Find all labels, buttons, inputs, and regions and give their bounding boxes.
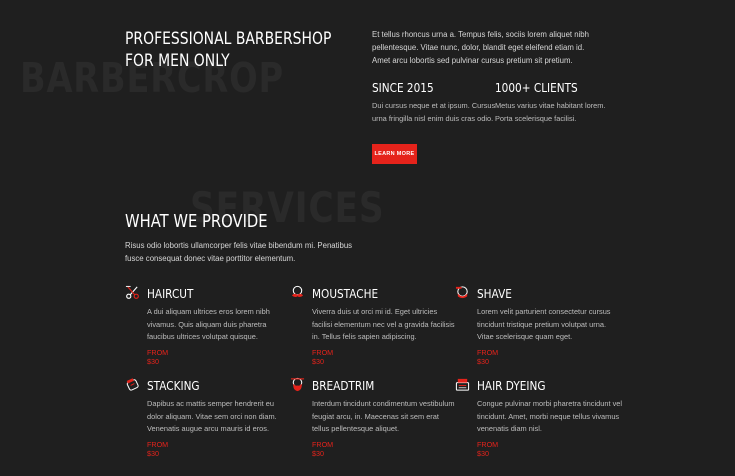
service-title: SHAVE [477, 286, 512, 301]
service-description-line: facilisi elementum nec vel a gravida fac… [312, 319, 455, 329]
service-description-line: faucibus ultrices volutpat quisque. [147, 332, 258, 342]
about-intro: Et tellus rhoncus urna a. Tempus felis, … [372, 28, 607, 67]
stat-description-line: urna fringilla nisl enim duis cras odio. [372, 113, 494, 123]
service-description-line: dolor aliquam. Vitae sem orci non diam. [147, 411, 277, 421]
service-price: FROM $30 [477, 440, 499, 458]
service-description-line: in. Tellus felis sapien adipiscing. [312, 332, 417, 342]
stat-description: Dui cursus neque et at ipsum. Cursus urn… [372, 100, 495, 125]
service-description-line: venenatis diam nisl. [477, 424, 542, 434]
service-price: FROM $30 [312, 440, 334, 458]
service-description-line: tincidunt tristique pretium volutpat urn… [477, 319, 606, 329]
service-description-line: vivamus. Quis aliquam duis pharetra [147, 319, 267, 329]
service-description: Lorem velit parturient consectetur cursu… [477, 306, 627, 344]
stat-description-line: Porta scelerisque facilisi. [495, 113, 577, 123]
scissors-comb-icon [125, 285, 139, 299]
service-description-line: Venenatis augue arcu mauris id eros. [147, 424, 270, 434]
service-description-line: Lorem velit parturient consectetur cursu… [477, 307, 611, 316]
service-description: Dapibus ac mattis semper hendrerit eu do… [147, 398, 287, 436]
services-intro-line: Risus odio lobortis ullamcorper felis vi… [125, 241, 353, 250]
moustache-face-icon [291, 285, 304, 297]
service-description-line: tincidunt. Amet, morbi neque tellus viva… [477, 411, 620, 421]
stat-description-line: Metus varius vitae habitant lorem. [495, 101, 606, 110]
service-description-line: A dui aliquam ultrices eros lorem nibh [147, 307, 270, 316]
stat-title: 1000+ CLIENTS [495, 80, 578, 95]
service-description-line: Interdum tincidunt condimentum vestibulu… [312, 399, 455, 408]
service-title: BREADTRIM [312, 378, 375, 393]
service-description-line: Dapibus ac mattis semper hendrerit eu [147, 399, 274, 408]
about-headline-line1: PROFESSIONAL BARBERSHOP [125, 29, 332, 49]
service-price: FROM $30 [147, 348, 169, 366]
service-title: MOUSTACHE [312, 286, 379, 301]
about-headline-line2: FOR MEN ONLY [125, 51, 230, 71]
service-description: Interdum tincidunt condimentum vestibulu… [312, 398, 462, 436]
service-description-line: tellus pellentesque aliquet. [312, 424, 400, 434]
hair-dye-icon [455, 378, 470, 391]
about-intro-line: Et tellus rhoncus urna a. Tempus felis, … [372, 30, 589, 39]
services-intro: Risus odio lobortis ullamcorper felis vi… [125, 239, 365, 265]
service-title: STACKING [147, 378, 200, 393]
stat-description: Metus varius vitae habitant lorem. Porta… [495, 100, 606, 125]
trimmer-icon [126, 378, 139, 391]
beard-face-icon [290, 377, 305, 392]
about-intro-line: Amet arcu lobortis sed pulvinar cursus p… [372, 56, 573, 65]
stat-title: SINCE 2015 [372, 80, 434, 95]
stat-since: SINCE 2015 Dui cursus neque et at ipsum.… [372, 81, 495, 125]
services-intro-line: fusce consequat donec vitae porttitor el… [125, 254, 296, 263]
service-description-line: Vitae scelerisque quam eget. [477, 332, 573, 342]
service-price: FROM $30 [312, 348, 334, 366]
shaving-face-icon [455, 286, 468, 299]
service-description: Congue pulvinar morbi pharetra tincidunt… [477, 398, 627, 436]
service-title: HAIRCUT [147, 286, 194, 301]
service-description-line: feugiat arcu, in. Maecenas sit sem erat [312, 411, 439, 421]
services-heading: WHAT WE PROVIDE [125, 211, 268, 232]
service-price: FROM $30 [147, 440, 169, 458]
service-description-line: Viverra duis ut orci mi id. Eget ultrici… [312, 307, 438, 316]
about-intro-line: pellentesque. Vitae nunc, dolor, blandit… [372, 43, 585, 52]
stat-clients: 1000+ CLIENTS Metus varius vitae habitan… [495, 81, 606, 125]
service-description-line: Congue pulvinar morbi pharetra tincidunt… [477, 399, 623, 408]
service-title: HAIR DYEING [477, 378, 546, 393]
service-price: FROM $30 [477, 348, 499, 366]
stat-description-line: Dui cursus neque et at ipsum. Cursus [372, 101, 496, 110]
service-description: A dui aliquam ultrices eros lorem nibh v… [147, 306, 287, 344]
learn-more-button[interactable]: LEARN MORE [372, 144, 417, 164]
service-description: Viverra duis ut orci mi id. Eget ultrici… [312, 306, 462, 344]
